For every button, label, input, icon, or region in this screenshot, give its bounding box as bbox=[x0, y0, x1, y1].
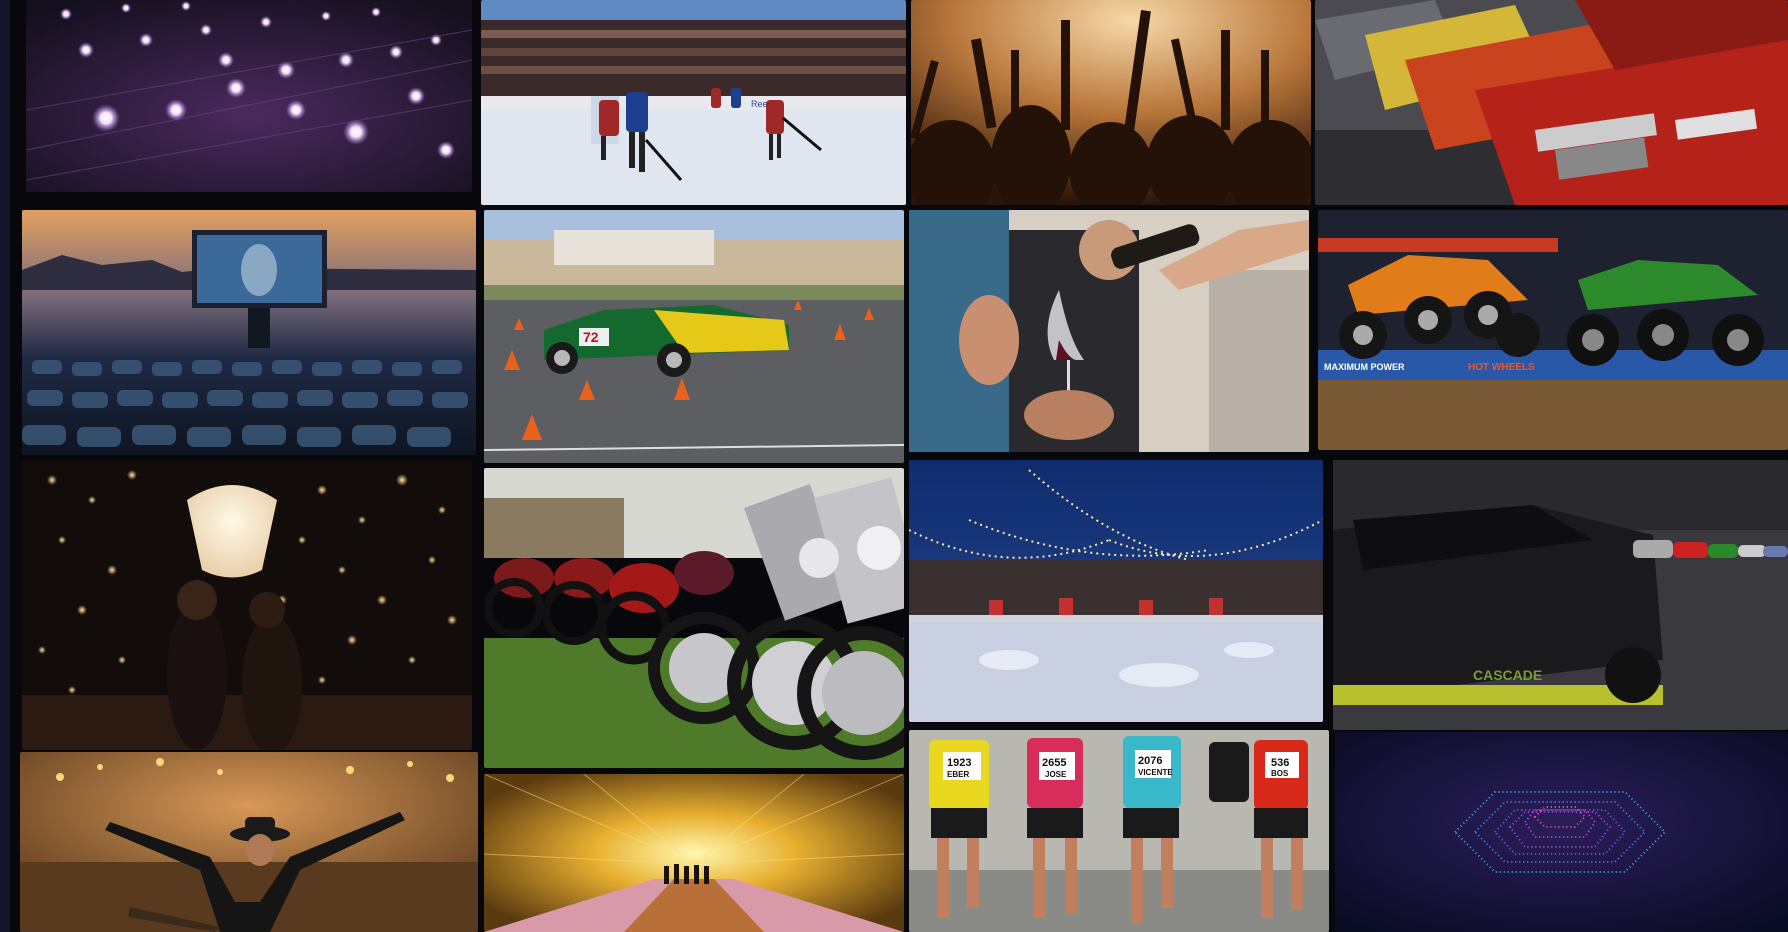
tile-ice-rink bbox=[909, 460, 1323, 722]
tile-autocross: 72 bbox=[484, 210, 904, 463]
tile-wine-tasting bbox=[909, 210, 1309, 452]
tile-monster-trucks: MAXIMUM POWER HOT WHEELS bbox=[1318, 210, 1788, 450]
bib-number: 2655 bbox=[1042, 757, 1066, 769]
bib-name: VICENTE bbox=[1138, 768, 1173, 777]
bib-name: BOS bbox=[1271, 769, 1289, 778]
banner-left: MAXIMUM POWER bbox=[1324, 362, 1405, 372]
tile-country-concert bbox=[20, 752, 478, 932]
bib-name: JOSE bbox=[1045, 770, 1067, 779]
bib-number: 1923 bbox=[947, 757, 971, 769]
bib-number: 536 bbox=[1271, 757, 1289, 769]
tile-concert-crowd bbox=[911, 0, 1311, 205]
tile-stock-car: CASCADE bbox=[1333, 460, 1788, 730]
tile-hockey: Reebok bbox=[481, 0, 906, 205]
tile-drone-formation bbox=[1335, 732, 1788, 932]
car-number: 72 bbox=[583, 329, 599, 345]
bib-name: EBER bbox=[947, 770, 969, 779]
tile-drive-in bbox=[22, 210, 476, 455]
tile-motorcycles bbox=[484, 468, 904, 768]
bib-number: 2076 bbox=[1138, 755, 1162, 767]
car-sponsor: CASCADE bbox=[1473, 667, 1542, 683]
tile-marathon: 1923 EBER 2655 JOSE 2076 VICENTE 536 BOS bbox=[909, 730, 1329, 932]
tile-classic-cars bbox=[1315, 0, 1788, 205]
photo-collage: Reebok bbox=[0, 0, 1788, 932]
page-edge bbox=[0, 0, 10, 932]
tile-sky-lanterns bbox=[22, 460, 472, 750]
tile-light-tunnel bbox=[484, 774, 904, 932]
banner-right: HOT WHEELS bbox=[1468, 362, 1535, 373]
tile-drone-show bbox=[26, 0, 472, 192]
